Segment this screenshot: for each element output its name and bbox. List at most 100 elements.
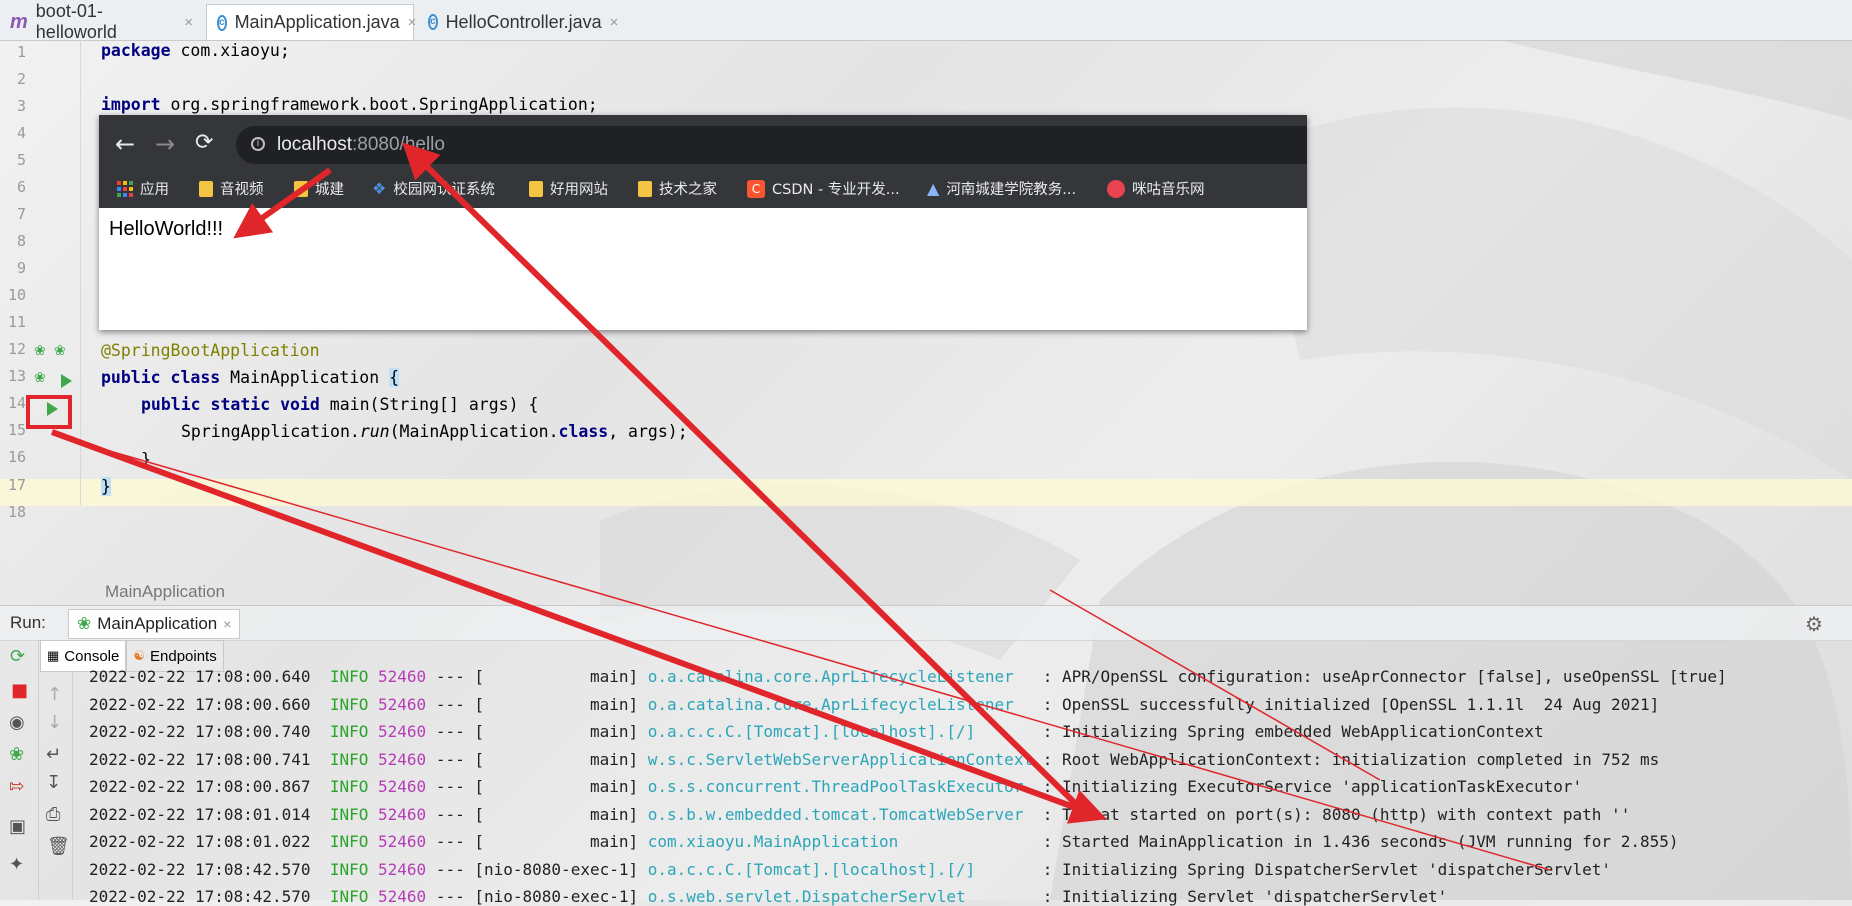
bookmark-label: 校园网认证系统: [393, 182, 495, 198]
migu-icon: [1107, 179, 1125, 198]
bookmark-item[interactable]: ▲ 河南城建学院教务...: [927, 178, 1076, 199]
bookmark-label: 音视频: [220, 182, 264, 198]
camera-icon[interactable]: ◉: [9, 712, 25, 733]
tab-label: Endpoints: [150, 647, 217, 665]
run-panel-header: Run: ❀ MainApplication × ⚙: [0, 605, 1852, 641]
keyword: import: [101, 95, 161, 114]
browser-window: ← → ⟳ i localhost:8080/hello 应用 音视频 城建 ❖…: [99, 115, 1307, 330]
pin-icon[interactable]: ✦: [9, 854, 24, 875]
close-icon[interactable]: ×: [408, 14, 417, 31]
console-line[interactable]: 2022-02-22 17:08:00.640 INFO 52460 --- […: [89, 667, 1727, 686]
line-number: 17: [7, 476, 26, 494]
tab-hello-controller[interactable]: c HelloController.java ×: [418, 4, 618, 40]
scroll-to-end-icon[interactable]: ↧: [46, 772, 61, 793]
keyword: static: [210, 395, 271, 414]
bookmark-label: 技术之家: [659, 182, 717, 198]
code-line-12[interactable]: @SpringBootApplication: [101, 341, 320, 360]
run-toolbar: ⟳ ■ ◉ ❀ ⇰ ▣ ✦: [0, 640, 39, 900]
spring-bean-icon[interactable]: ❀: [34, 370, 46, 386]
rerun-icon[interactable]: ⟳: [10, 646, 25, 667]
spring-bean-icon[interactable]: ❀: [34, 343, 46, 359]
console-toolbar: ↑ ↓ ↵ ↧ ⎙ 🗑: [39, 672, 73, 900]
bookmark-item[interactable]: 技术之家: [638, 178, 717, 199]
close-icon[interactable]: ×: [223, 616, 231, 632]
close-icon[interactable]: ×: [184, 14, 193, 31]
reload-icon[interactable]: ⟳: [195, 130, 213, 155]
console-line[interactable]: 2022-02-22 17:08:42.570 INFO 52460 --- […: [89, 860, 1611, 879]
page-content-text: HelloWorld!!!: [109, 218, 224, 240]
code-line-17[interactable]: }: [101, 477, 111, 496]
url-text[interactable]: localhost:8080/hello: [277, 134, 445, 156]
bookmark-apps[interactable]: 应用: [117, 178, 169, 199]
code-line-1[interactable]: package com.xiaoyu;: [101, 41, 290, 60]
keyword: public: [101, 368, 161, 387]
bookmark-item[interactable]: C CSDN - 专业开发...: [747, 178, 900, 199]
run-label: Run:: [10, 613, 46, 632]
info-icon[interactable]: i: [251, 137, 265, 151]
tab-label: boot-01-helloworld: [35, 1, 117, 42]
code-text: (MainApplication.: [389, 422, 559, 441]
tab-label: Console: [64, 647, 120, 665]
keyword: public: [141, 395, 201, 414]
console-line[interactable]: 2022-02-22 17:08:01.014 INFO 52460 --- […: [89, 805, 1630, 824]
keyword: class: [558, 422, 609, 441]
bookmark-label: 河南城建学院教务...: [946, 182, 1077, 198]
close-icon[interactable]: ×: [610, 14, 619, 31]
debug-icon[interactable]: ❀: [9, 744, 24, 765]
bookmark-label: CSDN - 专业开发...: [772, 182, 900, 198]
console-line[interactable]: 2022-02-22 17:08:00.867 INFO 52460 --- […: [89, 777, 1582, 796]
trash-icon[interactable]: 🗑: [47, 836, 70, 857]
tab-label: MainApplication.java: [234, 12, 400, 32]
folder-icon: [294, 180, 308, 197]
code-text: org.springframework.boot.SpringApplicati…: [160, 95, 598, 114]
print-icon[interactable]: ⎙: [46, 804, 60, 825]
code-line-13[interactable]: public class MainApplication {: [101, 368, 400, 387]
line-number: 16: [7, 448, 26, 466]
bookmark-item[interactable]: 咪咕音乐网: [1107, 178, 1205, 199]
url-path: :8080/hello: [352, 134, 445, 155]
globe-icon: ❖: [372, 179, 387, 198]
browser-toolbar: ← → ⟳ i localhost:8080/hello 应用 音视频 城建 ❖…: [99, 115, 1307, 208]
bookmark-item[interactable]: 音视频: [199, 178, 264, 199]
bookmark-item[interactable]: ❖ 校园网认证系统: [372, 178, 495, 199]
editor-gutter: 1 2 3 4 5 6 7 8 9 10 11 12 13 14 15 16 1…: [0, 40, 80, 577]
university-icon: ▲: [927, 179, 940, 198]
gear-icon[interactable]: ⚙: [1805, 612, 1823, 637]
soft-wrap-icon[interactable]: ↵: [46, 744, 61, 765]
code-line-15[interactable]: SpringApplication.run(MainApplication.cl…: [181, 422, 688, 441]
gutter-separator: [80, 40, 81, 505]
tab-main-application[interactable]: c MainApplication.java ×: [206, 4, 417, 40]
spring-bean-icon[interactable]: ❀: [54, 343, 66, 359]
line-number: 5: [16, 151, 26, 169]
console-line[interactable]: 2022-02-22 17:08:00.740 INFO 52460 --- […: [89, 722, 1544, 741]
forward-arrow-icon[interactable]: →: [155, 130, 175, 158]
bookmark-item[interactable]: 好用网站: [529, 178, 608, 199]
editor-tab-bar: m boot-01-helloworld × c MainApplication…: [0, 0, 1852, 42]
breadcrumb[interactable]: MainApplication: [105, 582, 225, 602]
console-line[interactable]: 2022-02-22 17:08:01.022 INFO 52460 --- […: [89, 832, 1678, 851]
layout-icon[interactable]: ▣: [9, 816, 26, 837]
down-arrow-icon[interactable]: ↓: [47, 712, 62, 733]
java-class-icon: c: [428, 14, 438, 30]
run-class-icon[interactable]: [61, 374, 72, 388]
exit-icon[interactable]: ⇰: [9, 776, 24, 797]
bookmark-label: 咪咕音乐网: [1132, 182, 1205, 198]
code-line-3[interactable]: import org.springframework.boot.SpringAp…: [101, 95, 598, 114]
console-line[interactable]: 2022-02-22 17:08:00.660 INFO 52460 --- […: [89, 695, 1659, 714]
code-line-14[interactable]: public static void main(String[] args) {: [141, 395, 538, 414]
bookmark-item[interactable]: 城建: [294, 178, 344, 199]
code-text: {: [389, 368, 400, 387]
code-line-16[interactable]: }: [141, 450, 151, 469]
tab-boot-01-helloworld[interactable]: m boot-01-helloworld ×: [0, 1, 203, 42]
line-number: 15: [7, 421, 26, 439]
endpoints-icon: ☯: [133, 648, 145, 663]
up-arrow-icon[interactable]: ↑: [47, 684, 62, 705]
console-line[interactable]: 2022-02-22 17:08:42.570 INFO 52460 --- […: [89, 887, 1447, 906]
line-number: 9: [16, 259, 26, 277]
console-line[interactable]: 2022-02-22 17:08:00.741 INFO 52460 --- […: [89, 750, 1659, 769]
run-tab-main-application[interactable]: ❀ MainApplication ×: [68, 609, 241, 639]
console-icon: ▦: [47, 648, 60, 663]
spring-boot-icon: ❀: [77, 614, 92, 633]
stop-icon[interactable]: ■: [11, 680, 28, 701]
back-arrow-icon[interactable]: ←: [115, 130, 135, 158]
